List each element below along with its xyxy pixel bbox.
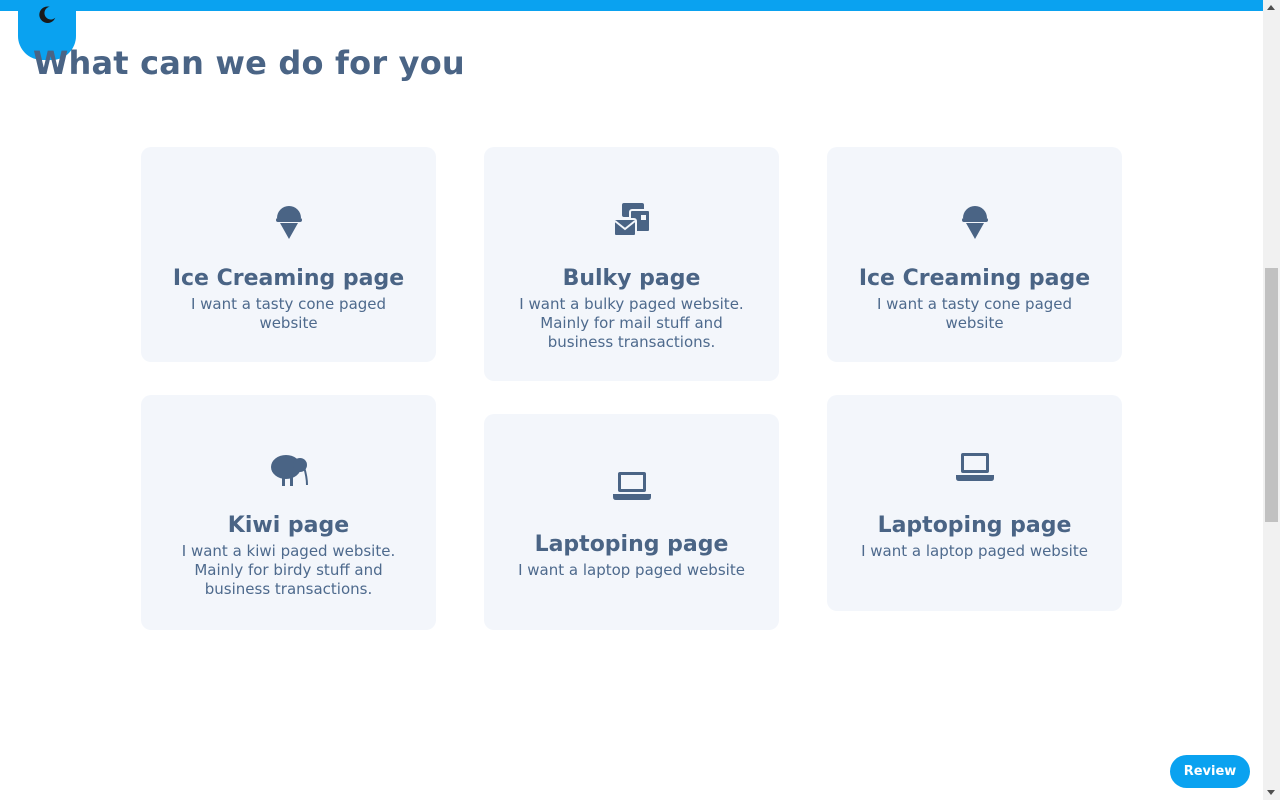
service-card-ice-cream[interactable]: Ice Creaming page I want a tasty cone pa… <box>141 147 436 362</box>
ice-cream-icon <box>269 200 309 240</box>
card-title: Bulky page <box>562 266 701 291</box>
service-card-laptop[interactable]: Laptoping page I want a laptop paged web… <box>484 414 779 630</box>
page-heading: What can we do for you <box>33 44 465 82</box>
card-description: I want a bulky paged website. Mainly for… <box>519 295 744 351</box>
card-description: I want a laptop paged website <box>518 561 745 579</box>
card-title: Laptoping page <box>534 532 729 557</box>
card-title: Kiwi page <box>227 513 350 538</box>
laptop-icon <box>612 466 652 506</box>
card-description: I want a tasty cone paged website <box>190 295 387 332</box>
service-card-laptop[interactable]: Laptoping page I want a laptop paged web… <box>827 395 1122 611</box>
scrollbar-thumb[interactable] <box>1265 268 1278 522</box>
review-button[interactable]: Review <box>1170 755 1250 788</box>
service-card-bulky[interactable]: Bulky page I want a bulky paged website.… <box>484 147 779 381</box>
mail-bulk-icon <box>612 200 652 240</box>
scroll-up-arrow-icon[interactable] <box>1267 5 1275 10</box>
ice-cream-icon <box>955 200 995 240</box>
card-description: I want a tasty cone paged website <box>876 295 1073 332</box>
laptop-icon <box>955 447 995 487</box>
card-title: Ice Creaming page <box>858 266 1091 291</box>
card-description: I want a kiwi paged website. Mainly for … <box>181 542 396 598</box>
vertical-scrollbar[interactable] <box>1263 0 1280 800</box>
card-title: Laptoping page <box>877 513 1072 538</box>
service-card-kiwi[interactable]: Kiwi page I want a kiwi paged website. M… <box>141 395 436 630</box>
card-title: Ice Creaming page <box>172 266 405 291</box>
top-accent-bar <box>0 0 1263 11</box>
kiwi-bird-icon <box>269 447 309 487</box>
service-card-ice-cream[interactable]: Ice Creaming page I want a tasty cone pa… <box>827 147 1122 362</box>
scroll-down-arrow-icon[interactable] <box>1267 790 1275 795</box>
moon-icon <box>39 6 56 23</box>
card-description: I want a laptop paged website <box>861 542 1088 560</box>
